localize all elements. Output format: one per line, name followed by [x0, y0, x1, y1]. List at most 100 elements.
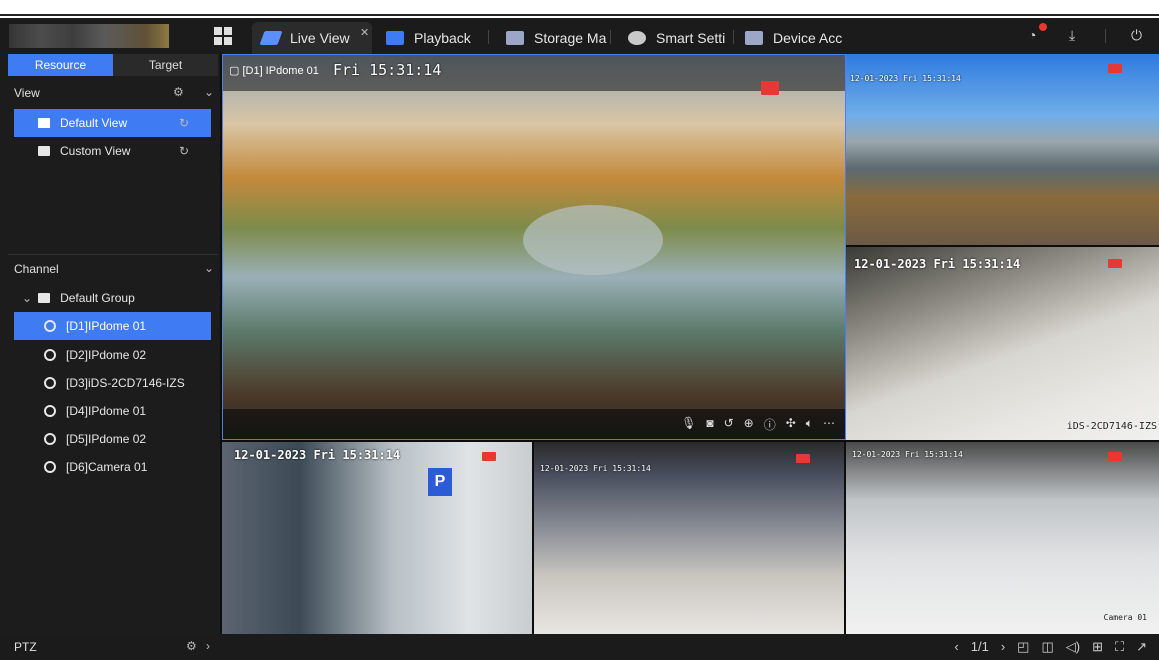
tab-live-view[interactable]: Live View — [252, 22, 372, 54]
channel-heading: Channel — [14, 262, 59, 276]
video-tile-d2[interactable]: 12-01-2023 Fri 15:31:14 — [846, 54, 1159, 245]
prev-page-icon[interactable]: ‹ — [954, 639, 958, 655]
tab-label: Storage Ma — [534, 30, 607, 46]
tile-osd-timestamp: 12-01-2023 Fri 15:31:14 — [854, 257, 1021, 271]
tab-device-access[interactable]: Device Acc — [735, 22, 843, 54]
tab-playback[interactable]: Playback — [376, 22, 486, 54]
tile-osd-timestamp: 12-01-2023 Fri 15:31:14 — [540, 464, 651, 473]
info-icon[interactable]: ⓘ — [764, 416, 776, 433]
recording-icon — [1108, 64, 1122, 73]
main-osd-timestamp: Fri 15:31:14 — [333, 61, 442, 79]
tab-divider — [610, 30, 611, 44]
chevron-down-icon[interactable]: ⌄ — [22, 291, 32, 305]
channel-label: [D6]Camera 01 — [66, 460, 148, 474]
tile-osd-timestamp: 12-01-2023 Fri 15:31:14 — [852, 450, 963, 459]
window-top-strip — [0, 0, 1159, 16]
main-video-tile-d1[interactable]: ▢ [D1] IPdome 01 Fri 15:31:14 🎙︎ ◙ ↺ ⊕ ⓘ… — [222, 54, 846, 440]
tab-storage[interactable]: Storage Ma — [496, 22, 608, 54]
tile-osd-timestamp: 12-01-2023 Fri 15:31:14 — [234, 448, 401, 462]
channel-item-d5[interactable]: [D5]IPdome 02 — [14, 425, 211, 453]
plaza-fountain — [523, 205, 663, 275]
brand-logo — [9, 24, 169, 48]
main-menu-grid-icon[interactable] — [214, 27, 232, 45]
tile-controls: 🎙︎ ◙ ↺ ⊕ ⓘ ✣ 🔈︎ ⋯ — [681, 416, 835, 433]
window-division-icon[interactable]: ⊞ — [1092, 639, 1103, 655]
folder-icon — [38, 146, 50, 156]
storage-icon — [506, 31, 524, 45]
resource-sidebar: Resource Target View ⚙ ⌄ Default View ↻ … — [0, 54, 220, 634]
chevron-down-icon[interactable]: ⌄ — [204, 85, 214, 99]
channel-group-default[interactable]: ⌄ Default Group — [14, 284, 211, 312]
chevron-down-icon[interactable]: ⌄ — [204, 261, 214, 275]
tab-smart-settings[interactable]: Smart Setti — [618, 22, 733, 54]
alarm-badge — [1039, 23, 1047, 31]
tile-camera-label: ▢ [D1] IPdome 01 — [229, 65, 319, 77]
tab-label: Playback — [414, 30, 471, 46]
folder-icon — [38, 293, 51, 303]
record-all-icon[interactable]: ◫ — [1041, 639, 1053, 655]
channel-item-d4[interactable]: [D4]IPdome 01 — [14, 397, 211, 425]
power-icon[interactable]: ⏻ — [1131, 27, 1142, 44]
camera-icon — [44, 405, 56, 417]
ptz-settings-gear-icon[interactable]: ⚙ — [186, 639, 197, 653]
ptz-label[interactable]: PTZ — [14, 640, 37, 654]
chevron-right-icon[interactable]: › — [206, 639, 210, 653]
video-tile-d4[interactable]: 12-01-2023 Fri 15:31:14 P — [222, 442, 532, 634]
close-tab-icon[interactable]: ✕ — [360, 26, 369, 39]
channel-label: [D2]IPdome 02 — [66, 348, 147, 362]
tab-divider — [733, 30, 734, 44]
zoom-in-icon[interactable]: ⊕ — [744, 416, 754, 433]
recording-icon — [761, 81, 779, 95]
audio-icon[interactable]: ◁) — [1066, 639, 1080, 655]
channel-item-d3[interactable]: [D3]iDS-2CD7146-IZS — [14, 369, 211, 397]
channel-item-d2[interactable]: [D2]IPdome 02 — [14, 341, 211, 369]
group-label: Default Group — [60, 291, 135, 305]
channel-item-d1[interactable]: [D1]IPdome 01 — [14, 312, 211, 340]
tile-label-text: [D1] IPdome 01 — [242, 65, 319, 77]
more-icon[interactable]: ⋯ — [823, 416, 835, 433]
video-tile-d5[interactable]: 12-01-2023 Fri 15:31:14 — [534, 442, 844, 634]
view-heading: View — [14, 86, 40, 100]
tile-camera-name: Camera 01 — [1103, 613, 1147, 622]
snapshot-icon[interactable]: ◙ — [706, 416, 713, 433]
sidebar-tabs: Resource Target — [8, 54, 218, 76]
tab-label: Live View — [290, 30, 350, 46]
video-tile-d3[interactable]: 12-01-2023 Fri 15:31:14 iDS-2CD7146-IZS — [846, 247, 1159, 440]
pop-out-icon[interactable]: ↗ — [1136, 639, 1147, 655]
microphone-icon[interactable]: 🎙︎ — [681, 416, 696, 433]
instant-playback-icon[interactable]: ↺ — [724, 416, 734, 433]
alarm-icon[interactable]: ◔ — [1028, 27, 1036, 43]
topbar-divider — [1105, 29, 1106, 43]
device-access-icon — [745, 31, 763, 45]
recording-icon — [1108, 452, 1122, 461]
channel-item-d6[interactable]: [D6]Camera 01 — [14, 453, 211, 481]
channel-label: [D3]iDS-2CD7146-IZS — [66, 376, 185, 390]
camera-icon — [44, 461, 56, 473]
tab-divider — [488, 30, 489, 44]
playback-icon — [386, 31, 404, 45]
smart-settings-icon — [628, 31, 646, 45]
view-item-default[interactable]: Default View ↻ — [14, 109, 211, 137]
ptz-icon[interactable]: ✣ — [786, 416, 796, 433]
recording-icon — [796, 454, 810, 463]
refresh-icon[interactable]: ↻ — [179, 144, 189, 158]
view-layout-icon — [38, 118, 50, 128]
parking-sign: P — [428, 468, 452, 496]
tile-osd-timestamp: 12-01-2023 Fri 15:31:14 — [850, 74, 961, 83]
video-tile-d6[interactable]: 12-01-2023 Fri 15:31:14 Camera 01 — [846, 442, 1159, 634]
refresh-icon[interactable]: ↻ — [179, 116, 189, 130]
view-settings-gear-icon[interactable]: ⚙ — [173, 85, 184, 99]
view-item-custom[interactable]: Custom View ↻ — [14, 137, 211, 165]
tab-target[interactable]: Target — [113, 54, 218, 76]
tab-resource[interactable]: Resource — [8, 54, 113, 76]
recording-icon — [482, 452, 496, 461]
download-icon[interactable]: ⤓ — [1069, 27, 1075, 44]
top-bar: Live View ✕ Playback Storage Ma Smart Se… — [0, 18, 1159, 54]
fullscreen-icon[interactable]: ⛶ — [1115, 639, 1124, 655]
app-window: Live View ✕ Playback Storage Ma Smart Se… — [0, 18, 1159, 660]
next-page-icon[interactable]: › — [1001, 639, 1005, 655]
channel-label: [D5]IPdome 02 — [66, 432, 147, 446]
tab-label: Device Acc — [773, 30, 843, 46]
snapshot-all-icon[interactable]: ◰ — [1017, 639, 1029, 655]
audio-icon[interactable]: 🔈︎ — [806, 416, 813, 433]
